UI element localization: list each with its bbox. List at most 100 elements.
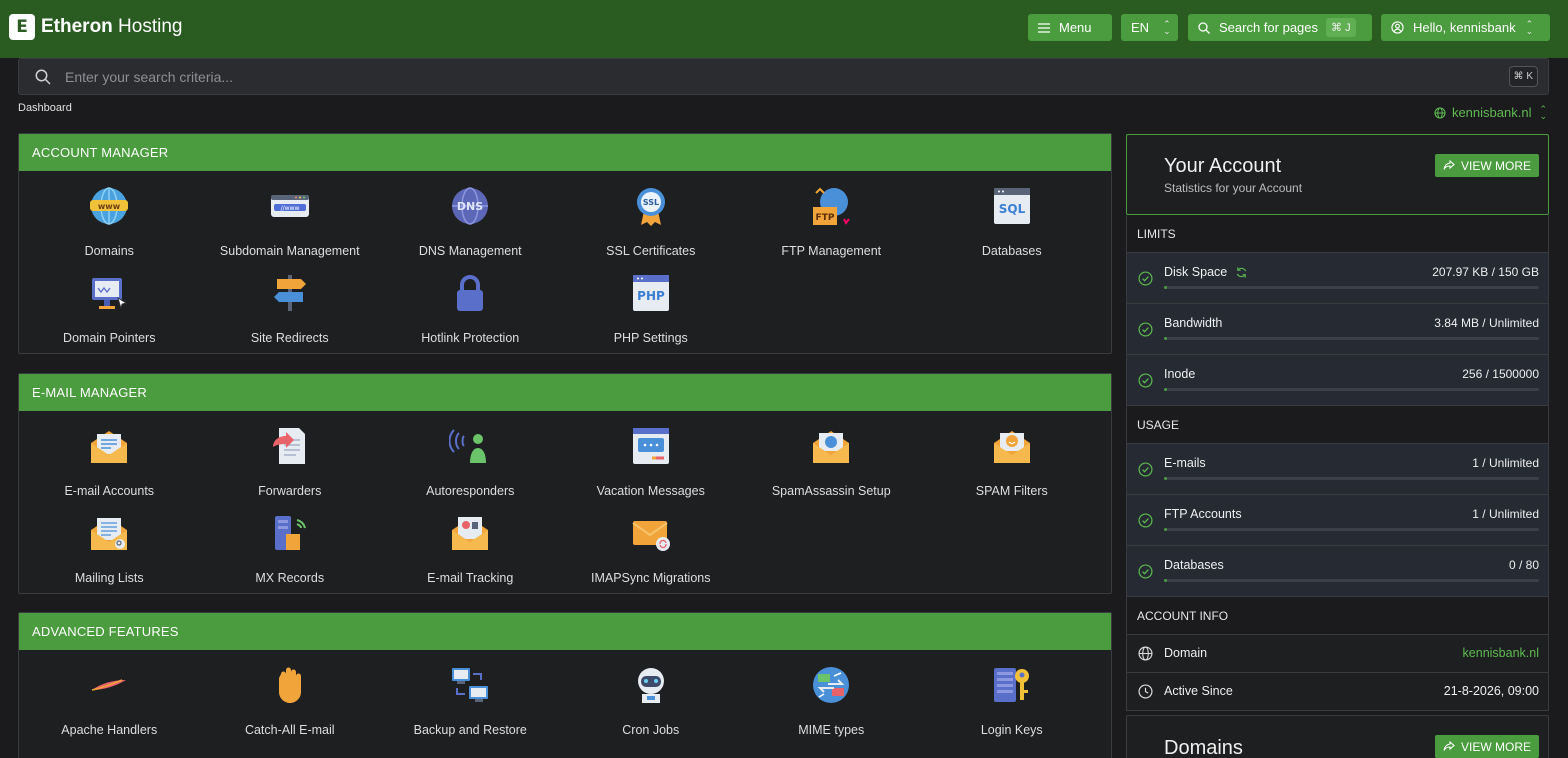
tile-apache-handlers[interactable]: Apache Handlers <box>19 660 200 747</box>
svg-text:SQL: SQL <box>999 202 1026 216</box>
progress-bar <box>1164 337 1539 340</box>
signpost-icon <box>273 275 306 311</box>
info-row-active-since: Active Since 21-8-2026, 09:00 <box>1126 673 1549 711</box>
shortcut-badge: ⌘ J <box>1326 18 1356 37</box>
tile-label: IMAPSync Migrations <box>591 571 711 585</box>
tile-label: PHP Settings <box>613 331 688 345</box>
progress-bar <box>1164 477 1539 480</box>
view-more-button[interactable]: VIEW MORE <box>1434 735 1539 758</box>
refresh-icon[interactable] <box>1235 266 1248 279</box>
browser-www-icon: //www <box>270 195 309 217</box>
stat-name: FTP Accounts <box>1164 507 1242 521</box>
email-manager-panel: E-MAIL MANAGER E-mail Accounts Forwarders… <box>18 373 1112 594</box>
check-circle-icon <box>1138 462 1153 477</box>
progress-fill <box>1164 477 1167 480</box>
tile-login-keys[interactable]: Login Keys <box>922 660 1103 747</box>
breadcrumb[interactable]: Dashboard <box>18 102 72 114</box>
tile-vacation-messages[interactable]: Vacation Messages <box>561 421 742 508</box>
domain-selector[interactable]: kennisbank.nl ⌃ ⌄ <box>1434 104 1547 120</box>
search-icon <box>35 69 51 85</box>
user-menu-button[interactable]: Hello, kennisbank ⌃ ⌄ <box>1381 14 1550 41</box>
tile-dns-management[interactable]: DNS DNS Management <box>380 181 561 268</box>
feather-icon <box>92 679 127 691</box>
tile-label: Site Redirects <box>250 331 329 345</box>
tile-imapsync-migrations[interactable]: IMAPSync Migrations <box>561 508 742 595</box>
stat-value: 1 / Unlimited <box>1472 507 1539 521</box>
global-search: ⌘ K <box>18 58 1549 95</box>
info-row-domain: Domain kennisbank.nl <box>1126 635 1549 673</box>
info-value: 21-8-2026, 09:00 <box>1443 684 1539 698</box>
server-signal-icon <box>274 516 306 550</box>
account-sidebar: Your Account Statistics for your Account… <box>1126 134 1549 711</box>
tile-forwarders[interactable]: Forwarders <box>200 421 381 508</box>
user-circle-icon <box>1391 21 1404 34</box>
tile-label: SpamAssassin Setup <box>771 484 891 498</box>
tile-mx-records[interactable]: MX Records <box>200 508 381 595</box>
chat-window-icon <box>632 428 669 464</box>
tile-domain-pointers[interactable]: Domain Pointers <box>19 268 200 355</box>
tile-cron-jobs[interactable]: Cron Jobs <box>561 660 742 747</box>
tile-catch-all-e-mail[interactable]: Catch-All E-mail <box>200 660 381 747</box>
tile-label: Backup and Restore <box>413 723 527 737</box>
search-input[interactable] <box>65 68 1509 85</box>
svg-text:PHP: PHP <box>637 289 665 303</box>
tile-spam-filters[interactable]: SPAM Filters <box>922 421 1103 508</box>
domain-link[interactable]: kennisbank.nl <box>1463 646 1539 660</box>
dns-globe-icon: DNS <box>452 187 489 225</box>
view-more-button[interactable]: VIEW MORE <box>1434 154 1539 177</box>
stat-name: Databases <box>1164 558 1224 572</box>
check-circle-icon <box>1138 271 1153 286</box>
tile-site-redirects[interactable]: Site Redirects <box>200 268 381 355</box>
domains-card: Domains VIEW MORE <box>1126 715 1549 758</box>
tile-label: Domain Pointers <box>63 331 156 345</box>
globe-www-icon: www <box>90 187 129 225</box>
usage-header: USAGE <box>1126 406 1549 444</box>
tile-ftp-management[interactable]: FTP FTP Management <box>741 181 922 268</box>
stat-value: 0 / 80 <box>1508 558 1539 572</box>
logo-mark: E <box>9 14 35 40</box>
tile-backup-and-restore[interactable]: Backup and Restore <box>380 660 561 747</box>
chevron-updown-icon: ⌃ ⌄ <box>1163 18 1171 36</box>
stat-name: Bandwidth <box>1164 316 1223 330</box>
tile-mailing-lists[interactable]: Mailing Lists <box>19 508 200 595</box>
tile-mime-types[interactable]: MIME types <box>741 660 922 747</box>
tile-ssl-certificates[interactable]: SSL SSL Certificates <box>561 181 742 268</box>
tile-label: Subdomain Management <box>219 244 360 258</box>
advanced-features-panel: ADVANCED FEATURES Apache Handlers Catch-A… <box>18 612 1112 758</box>
card-title: Domains <box>1164 737 1243 758</box>
check-circle-icon <box>1138 564 1153 579</box>
tile-hotlink-protection[interactable]: Hotlink Protection <box>380 268 561 355</box>
progress-fill <box>1164 286 1167 289</box>
panel-title: E-MAIL MANAGER <box>19 374 1111 411</box>
tile-autoresponders[interactable]: Autoresponders <box>380 421 561 508</box>
brand-name: Etheron Hosting <box>41 16 183 37</box>
tile-label: Cron Jobs <box>622 723 680 737</box>
tile-domains[interactable]: www Domains <box>19 181 200 268</box>
tile-label: SSL Certificates <box>606 244 696 258</box>
stat-value: 1 / Unlimited <box>1472 456 1539 470</box>
tile-subdomain-management[interactable]: //www Subdomain Management <box>200 181 381 268</box>
tile-label: FTP Management <box>781 244 882 258</box>
brand-logo[interactable]: E Etheron Hosting <box>9 14 182 40</box>
tile-php-settings[interactable]: PHP PHP Settings <box>561 268 742 355</box>
mime-globe-icon <box>813 667 850 703</box>
check-circle-icon <box>1138 322 1153 337</box>
stat-row-e-mails: E-mails 1 / Unlimited <box>1126 444 1549 495</box>
tile-label: SPAM Filters <box>975 484 1048 498</box>
svg-text:FTP: FTP <box>816 213 835 223</box>
tile-databases[interactable]: SQL Databases <box>922 181 1103 268</box>
tile-spamassassin-setup[interactable]: SpamAssassin Setup <box>741 421 922 508</box>
tile-label: Hotlink Protection <box>421 331 520 345</box>
share-arrow-icon <box>1443 160 1455 170</box>
info-label: Active Since <box>1164 684 1233 698</box>
progress-fill <box>1164 388 1167 391</box>
stat-value: 207.97 KB / 150 GB <box>1432 265 1539 279</box>
search-pages-button[interactable]: Search for pages ⌘ J <box>1188 14 1372 41</box>
mail-tracking-icon <box>452 517 489 550</box>
progress-fill <box>1164 337 1167 340</box>
server-key-icon <box>993 668 1029 702</box>
language-select[interactable]: EN ⌃ ⌄ <box>1121 14 1178 41</box>
tile-e-mail-accounts[interactable]: E-mail Accounts <box>19 421 200 508</box>
menu-button[interactable]: Menu <box>1028 14 1112 41</box>
tile-e-mail-tracking[interactable]: E-mail Tracking <box>380 508 561 595</box>
